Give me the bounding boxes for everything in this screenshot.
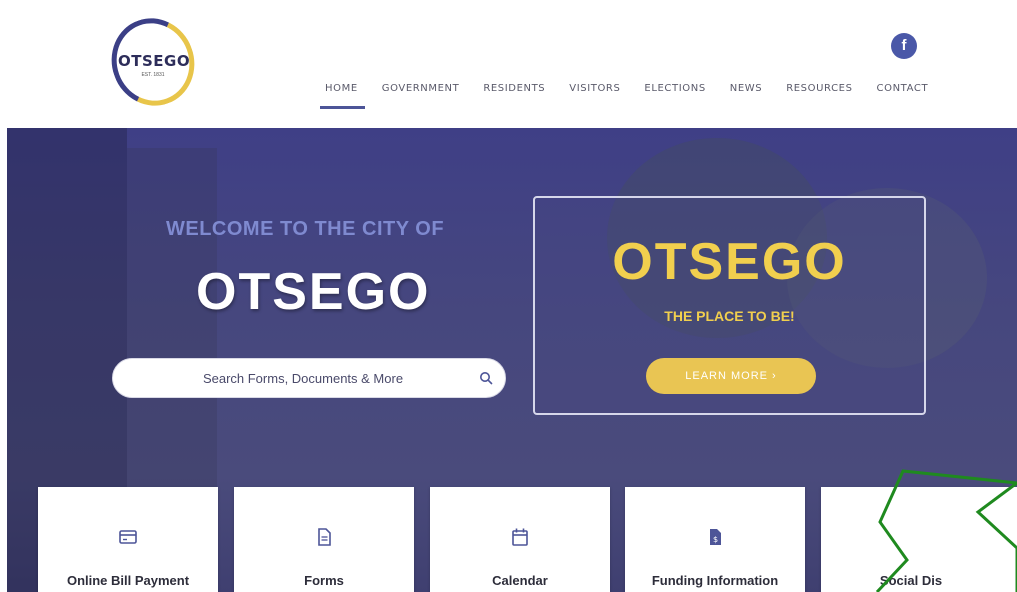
nav-contact[interactable]: CONTACT [877,82,929,102]
logo-text: OTSEGO [118,52,191,70]
logo-est: EST. 1831 [141,72,165,78]
search-icon[interactable] [479,371,493,385]
welcome-heading: WELCOME TO THE CITY OF [166,218,445,240]
search-input[interactable] [133,359,473,397]
promo-title: OTSEGO [612,233,847,291]
nav-resources[interactable]: RESOURCES [786,82,852,102]
svg-text:$: $ [713,535,718,544]
promo-subtitle: THE PLACE TO BE! [664,308,795,324]
nav-elections[interactable]: ELECTIONS [644,82,705,102]
dollar-document-icon: $ [625,527,805,549]
calendar-icon [430,527,610,549]
card-funding-information[interactable]: $ Funding Information [625,487,805,592]
credit-card-icon [38,527,218,549]
promo-box: OTSEGO THE PLACE TO BE! LEARN MORE › [533,196,926,415]
search-bar [112,358,506,398]
card-calendar[interactable]: Calendar [430,487,610,592]
card-online-bill-payment[interactable]: Online Bill Payment [38,487,218,592]
nav-news[interactable]: NEWS [730,82,762,102]
site-header: OTSEGO EST. 1831 f HOME GOVERNMENT RESID… [0,0,1017,128]
city-title: OTSEGO [196,263,431,321]
facebook-icon[interactable]: f [891,33,917,59]
card-label: Calendar [492,573,548,588]
nav-visitors[interactable]: VISITORS [569,82,620,102]
otsego-logo[interactable]: OTSEGO EST. 1831 [99,6,207,118]
learn-more-button[interactable]: LEARN MORE › [646,358,816,394]
nav-home[interactable]: HOME [320,82,365,109]
card-label: Forms [304,573,344,588]
card-forms[interactable]: Forms [234,487,414,592]
nav-residents[interactable]: RESIDENTS [483,82,545,102]
nav-government[interactable]: GOVERNMENT [382,82,460,102]
card-social-distancing[interactable]: Social Dis [821,487,1017,592]
card-label: Online Bill Payment [66,573,190,588]
document-icon [234,527,414,549]
main-nav: HOME GOVERNMENT RESIDENTS VISITORS ELECT… [320,82,952,109]
card-label: Social Dis [879,573,943,588]
card-label: Funding Information [651,573,779,588]
